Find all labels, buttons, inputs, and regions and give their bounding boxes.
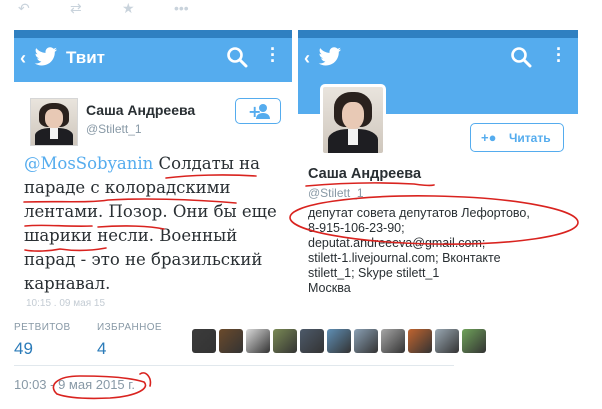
app-header: ‹ · · · (298, 30, 578, 82)
profile-name: Саша Андреева (308, 166, 422, 182)
back-icon[interactable]: ‹ (304, 48, 310, 69)
star-icon[interactable]: ★ (122, 0, 135, 17)
profile-screenshot: ‹ · · · +● Читать Саша Андреева @Stilett_1… (298, 30, 578, 308)
favoriter-avatar[interactable] (435, 329, 459, 353)
tweet-action-bar: ↶ ⇄ ★ ••• (0, 0, 602, 20)
overflow-icon[interactable]: · · · (270, 40, 276, 70)
favoriter-avatar[interactable] (354, 329, 378, 353)
favoriter-avatar[interactable] (327, 329, 351, 353)
favorites-label: ИЗБРАННОЕ (97, 322, 162, 333)
tweet-meta-faded: 10:15 . 09 мая 15 (26, 298, 106, 308)
add-user-icon: + (248, 102, 270, 121)
more-icon[interactable]: ••• (174, 0, 189, 16)
profile-bio: депутат совета депутатов Лефортово, 8-91… (308, 206, 573, 296)
tweet-timestamp[interactable]: 10:03 - 9 мая 2015 г. (14, 377, 135, 392)
tweet-text: @MosSobyanin Солдаты на параде с колорад… (24, 152, 286, 296)
search-icon[interactable] (226, 46, 248, 68)
retweet-icon[interactable]: ⇄ (70, 0, 82, 17)
bio-line: 8-915-106-23-90; (308, 221, 405, 235)
tweet-mention[interactable]: @MosSobyanin (24, 154, 153, 173)
header-title: Твит (66, 48, 105, 67)
status-bar (298, 30, 578, 38)
search-icon[interactable] (510, 46, 532, 68)
tweet-body: Солдаты на параде с колорадскими лентами… (24, 154, 277, 293)
favoriter-avatar[interactable] (408, 329, 432, 353)
twitter-bird-icon (318, 47, 342, 66)
divider (14, 365, 454, 366)
add-user-icon: +● (481, 130, 497, 145)
status-bar (14, 30, 292, 38)
author-handle[interactable]: @Stilett_1 (86, 122, 142, 136)
tweet-screenshot: ‹ Твит · · · Саша Андреева @Stilett_1 + @M… (14, 30, 292, 308)
favoriter-avatar[interactable] (246, 329, 270, 353)
favoriter-avatar[interactable] (219, 329, 243, 353)
overflow-icon[interactable]: · · · (556, 40, 562, 70)
follow-label: Читать (509, 131, 551, 145)
bio-line: Москва (308, 281, 351, 295)
app-header: ‹ Твит · · · (14, 30, 292, 82)
follow-button[interactable]: +● Читать (470, 123, 564, 152)
favoriter-avatar[interactable] (381, 329, 405, 353)
follow-button[interactable]: + (235, 98, 281, 124)
avatar[interactable] (30, 98, 78, 146)
profile-handle: @Stilett_1 (308, 186, 364, 200)
retweets-label: РЕТВИТОВ (14, 322, 71, 333)
bio-line: deputat.andreeeva@gmail.com; (308, 236, 486, 250)
favorites-count[interactable]: 4 (97, 339, 106, 359)
profile-avatar[interactable] (320, 84, 386, 156)
back-icon[interactable]: ‹ (20, 48, 26, 69)
retweets-count[interactable]: 49 (14, 339, 33, 359)
bio-line: stilett_1; Skype stilett_1 (308, 266, 440, 280)
favoriter-avatar[interactable] (300, 329, 324, 353)
favoriter-avatar[interactable] (273, 329, 297, 353)
favoriter-avatar[interactable] (192, 329, 216, 353)
bio-line: stilett-1.livejournal.com; Вконтакте (308, 251, 501, 265)
author-name[interactable]: Саша Андреева (86, 102, 195, 118)
twitter-bird-icon (34, 47, 58, 66)
reply-icon[interactable]: ↶ (18, 0, 30, 17)
favoriter-avatar[interactable] (462, 329, 486, 353)
bio-line: депутат совета депутатов Лефортово, (308, 206, 530, 220)
